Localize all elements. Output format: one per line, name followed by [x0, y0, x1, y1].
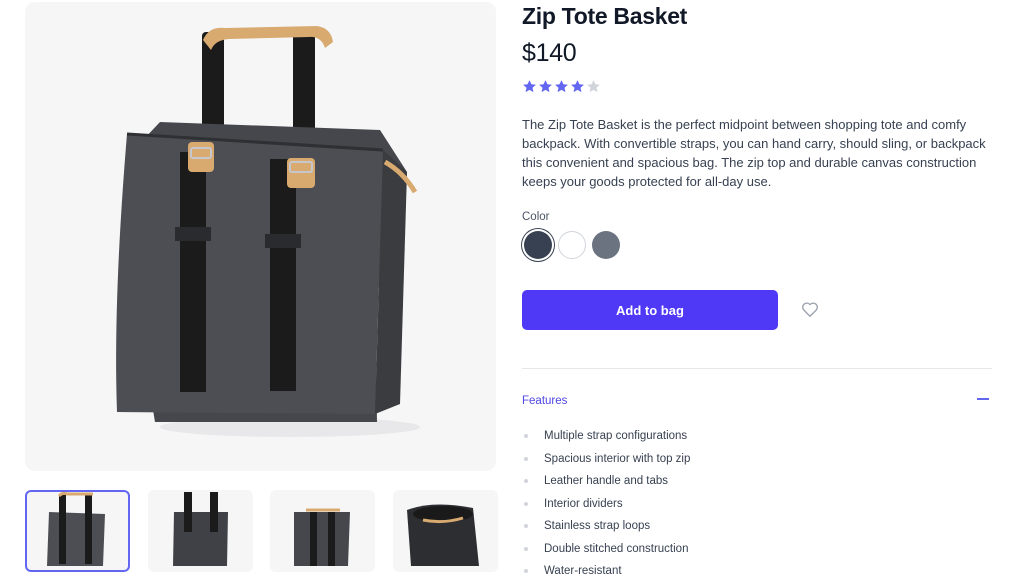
- color-label: Color: [522, 211, 550, 223]
- add-to-bag-button[interactable]: Add to bag: [522, 290, 778, 330]
- bullet-icon: [524, 501, 528, 506]
- color-swatch-washed-gray[interactable]: [592, 231, 620, 259]
- thumbnail-bag-icon: [407, 504, 479, 566]
- bag-image: [116, 26, 420, 437]
- list-item: Interior dividers: [522, 496, 690, 519]
- bullet-icon: [524, 456, 528, 461]
- divider: [522, 368, 992, 369]
- features-heading: Features: [522, 395, 568, 407]
- heart-icon[interactable]: [801, 301, 819, 318]
- product-main-image: [25, 2, 496, 471]
- list-item: Spacious interior with top zip: [522, 451, 690, 474]
- product-price: $140: [522, 39, 577, 67]
- bullet-icon: [524, 479, 528, 483]
- thumbnail-bag-icon: [294, 508, 350, 566]
- features-accordion-toggle[interactable]: Features: [522, 391, 992, 407]
- thumbnail-gallery: [25, 490, 498, 576]
- bullet-icon: [524, 546, 528, 551]
- bullet-icon: [524, 524, 528, 528]
- thumbnail-front-view[interactable]: [25, 490, 130, 572]
- bullet-icon: [524, 569, 528, 573]
- star-filled-icon: [523, 80, 536, 93]
- star-filled-icon: [539, 80, 552, 93]
- color-swatch-washed-black[interactable]: [524, 231, 552, 259]
- star-filled-icon: [571, 80, 584, 93]
- star-empty-icon: [587, 80, 600, 93]
- thumbnail-back-view[interactable]: [148, 490, 253, 572]
- product-title: Zip Tote Basket: [522, 3, 688, 29]
- features-list: Multiple strap configurations Spacious i…: [522, 428, 690, 576]
- product-description: The Zip Tote Basket is the perfect midpo…: [522, 117, 986, 189]
- minus-icon: [977, 398, 989, 400]
- bullet-icon: [524, 434, 528, 438]
- star-filled-icon: [555, 80, 568, 93]
- list-item: Leather handle and tabs: [522, 473, 690, 496]
- thumbnail-backpack-view[interactable]: [270, 490, 375, 572]
- list-item: Stainless strap loops: [522, 518, 690, 541]
- thumbnail-bag-icon: [173, 492, 228, 566]
- list-item: Double stitched construction: [522, 541, 690, 564]
- thumbnail-bag-icon: [47, 491, 105, 566]
- thumbnail-open-top-view[interactable]: [393, 490, 498, 572]
- list-item: Multiple strap configurations: [522, 428, 690, 451]
- list-item: Water-resistant: [522, 563, 690, 576]
- star-rating: [522, 79, 601, 97]
- color-swatch-white[interactable]: [558, 231, 586, 259]
